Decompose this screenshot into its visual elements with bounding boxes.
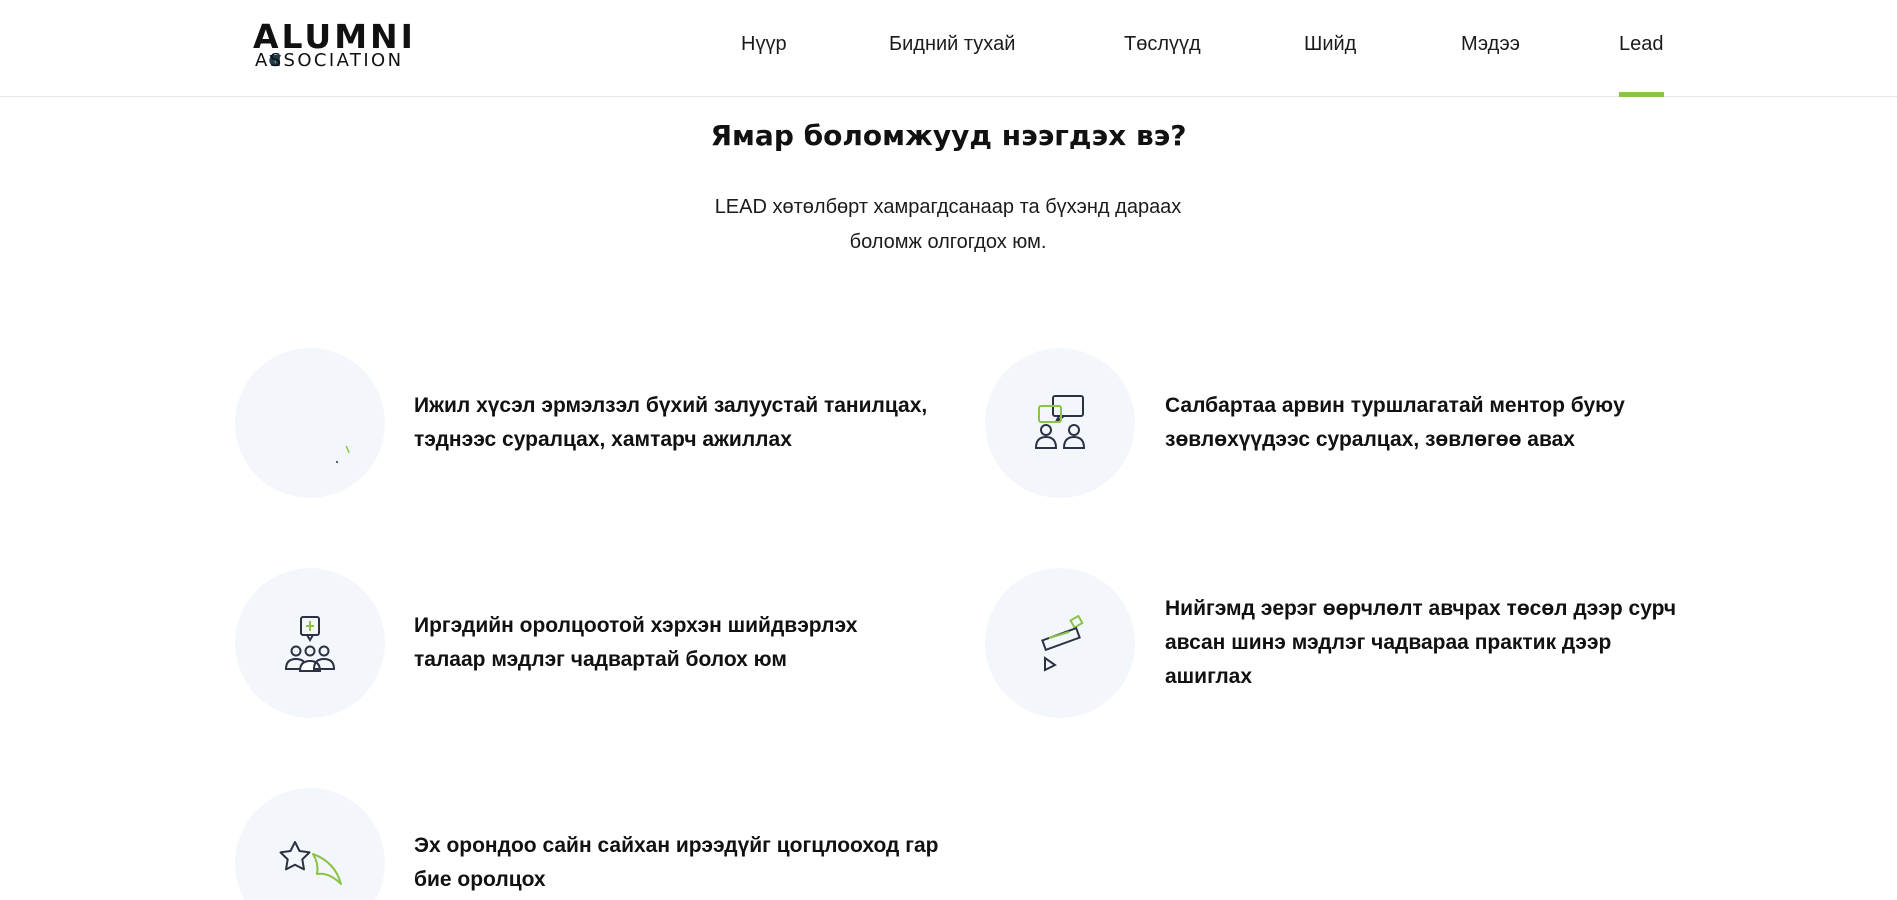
feature-icon-circle (235, 568, 385, 718)
network-icon (336, 445, 350, 463)
feature-text-line: Иргэдийн оролцоотой хэрхэн шийдвэрлэх (414, 614, 858, 637)
feature-text-line: Эх орондоо сайн сайхан ирээдүйг цогцлоох… (414, 834, 939, 857)
feature-text-line: Нийгэмд эерэг өөрчлөлт авчрах төсөл дээр… (1165, 597, 1677, 620)
feature-text-line: талаар мэдлэг чадвартай болох юм (414, 648, 787, 671)
mentor-chat-icon (1034, 395, 1086, 449)
feature-text: Эх орондоо сайн сайхан ирээдүйг цогцлоох… (414, 829, 954, 897)
nav-item-home[interactable]: Нүүр (741, 32, 787, 56)
site-header: LEAD ALUMNI ASSOCIATION Нүүр Бидний туха… (0, 0, 1897, 97)
nav-item-news[interactable]: Мэдээ (1461, 32, 1520, 56)
feature-text: Салбартаа арвин туршлагатай ментор буюу … (1165, 389, 1685, 457)
logo-alumni-text: ALUMNI (253, 17, 416, 56)
lead-alumni-association-logo[interactable]: LEAD ALUMNI ASSOCIATION (234, 17, 416, 72)
feature-text-line: Ижил хүсэл эрмэлзэл бүхий залуустай тани… (414, 394, 928, 417)
section-title: Ямар боломжууд нээгдэх вэ? (710, 119, 1187, 152)
participation-icon (284, 616, 336, 672)
feature-icon-circle (235, 788, 385, 900)
feature-icon-circle (985, 568, 1135, 718)
rocket-icon (1041, 614, 1084, 672)
shooting-star-icon (279, 841, 342, 885)
feature-text-line: ашиглах (1165, 665, 1253, 688)
logo-lead-mark: LEAD (234, 24, 281, 70)
feature-text-line: Салбартаа арвин туршлагатай ментор буюу (1165, 394, 1625, 417)
feature-text-line: тэднээс суралцах, хамтарч ажиллах (414, 428, 792, 451)
feature-icon-circle (235, 348, 385, 498)
feature-text-line: зөвлөхүүдээс суралцах, зөвлөгөө авах (1165, 428, 1575, 451)
nav-item-about[interactable]: Бидний тухай (889, 32, 1015, 56)
feature-text: Ижил хүсэл эрмэлзэл бүхий залуустай тани… (414, 389, 934, 457)
logo-association-text: ASSOCIATION (255, 50, 404, 71)
feature-text: Иргэдийн оролцоотой хэрхэн шийдвэрлэх та… (414, 609, 934, 677)
feature-icon-circle (985, 348, 1135, 498)
subtitle-line-1: LEAD хөтөлбөрт хамрагдсанаар та бүхэнд д… (714, 196, 1182, 218)
nav-item-lead[interactable]: Lead (1619, 32, 1664, 56)
nav-active-indicator (1619, 92, 1664, 97)
section-subtitle: LEAD хөтөлбөрт хамрагдсанаар та бүхэнд д… (698, 190, 1198, 260)
nav-item-solutions[interactable]: Шийд (1304, 32, 1356, 56)
feature-text: Нийгэмд эерэг өөрчлөлт авчрах төсөл дээр… (1165, 592, 1685, 694)
feature-text-line: авсан шинэ мэдлэг чадвараа практик дээр (1165, 631, 1612, 654)
nav-item-projects[interactable]: Төслүүд (1124, 32, 1201, 56)
subtitle-line-2: боломж олгогдох юм. (849, 231, 1047, 253)
feature-text-line: бие оролцох (414, 868, 546, 891)
